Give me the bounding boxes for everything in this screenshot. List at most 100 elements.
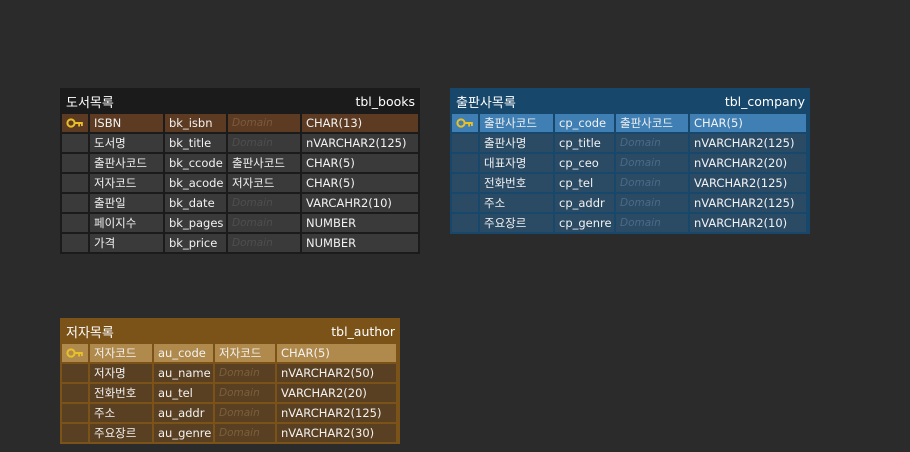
column-row[interactable]: 페이지수 bk_pages Domain NUMBER: [62, 214, 418, 232]
key-cell: [62, 404, 88, 422]
column-data-type: CHAR(5): [690, 114, 806, 132]
column-physical-name: cp_addr: [555, 194, 614, 212]
column-row[interactable]: 출판사명 cp_title Domain nVARCHAR2(125): [452, 134, 808, 152]
key-cell: [62, 234, 88, 252]
column-logical-name: 대표자명: [480, 154, 553, 172]
key-icon: [62, 344, 88, 362]
column-data-type: NUMBER: [302, 234, 418, 252]
column-physical-name: cp_genre: [555, 214, 614, 232]
column-data-type: nVARCHAR2(125): [690, 134, 806, 152]
column-logical-name: 출판사명: [480, 134, 553, 152]
key-cell: [62, 174, 88, 192]
column-row[interactable]: 주요장르 au_genre Domain nVARCHAR2(30): [62, 424, 398, 442]
entity-physical-name: tbl_books: [355, 93, 415, 109]
column-physical-name: bk_ccode: [165, 154, 226, 172]
column-logical-name: 출판일: [90, 194, 163, 212]
column-data-type: NUMBER: [302, 214, 418, 232]
column-row[interactable]: 가격 bk_price Domain NUMBER: [62, 234, 418, 252]
column-domain: Domain: [215, 384, 275, 402]
column-physical-name: au_genre: [154, 424, 213, 442]
column-data-type: nVARCHAR2(125): [690, 194, 806, 212]
primary-key-row[interactable]: ISBN bk_isbn Domain CHAR(13): [62, 114, 418, 132]
entity-logical-name: 출판사목록: [456, 95, 516, 111]
key-cell: [62, 154, 88, 172]
key-icon: [452, 114, 478, 132]
column-row[interactable]: 저자명 au_name Domain nVARCHAR2(50): [62, 364, 398, 382]
column-domain: Domain: [616, 174, 688, 192]
column-domain: Domain: [616, 214, 688, 232]
entity-tbl-company[interactable]: 출판사목록 tbl_company 출판사코드 cp_code 출판사코드 CHAR(…: [450, 88, 810, 234]
column-physical-name: cp_code: [555, 114, 614, 132]
column-row[interactable]: 전화번호 au_tel Domain VARCHAR2(20): [62, 384, 398, 402]
column-logical-name: 주소: [90, 404, 152, 422]
column-logical-name: 주요장르: [480, 214, 553, 232]
column-domain: Domain: [215, 404, 275, 422]
entity-logical-name: 저자목록: [66, 325, 114, 341]
column-domain: Domain: [215, 364, 275, 382]
entity-tbl-books[interactable]: 도서목록 tbl_books ISBN bk_isbn Domain CHAR(13)…: [60, 88, 420, 254]
column-domain: 출판사코드: [616, 114, 688, 132]
column-logical-name: 저자코드: [90, 344, 152, 362]
column-list: 저자코드 au_code 저자코드 CHAR(5) 저자명 au_name Domain nV…: [62, 344, 398, 442]
column-logical-name: 저자코드: [90, 174, 163, 192]
column-data-type: VARCHAR2(125): [690, 174, 806, 192]
column-domain: Domain: [228, 214, 300, 232]
column-row[interactable]: 주요장르 cp_genre Domain nVARCHAR2(10): [452, 214, 808, 232]
key-cell: [62, 214, 88, 232]
key-icon: [62, 114, 88, 132]
key-cell: [62, 384, 88, 402]
column-list: ISBN bk_isbn Domain CHAR(13) 도서명 bk_title Doma…: [62, 114, 418, 252]
column-data-type: CHAR(5): [302, 154, 418, 172]
column-data-type: CHAR(13): [302, 114, 418, 132]
column-row[interactable]: 대표자명 cp_ceo Domain nVARCHAR2(20): [452, 154, 808, 172]
column-logical-name: 출판사코드: [90, 154, 163, 172]
column-row[interactable]: 출판사코드 bk_ccode 출판사코드 CHAR(5): [62, 154, 418, 172]
column-domain: 저자코드: [228, 174, 300, 192]
column-physical-name: bk_price: [165, 234, 226, 252]
column-data-type: VARCAHR2(10): [302, 194, 418, 212]
column-row[interactable]: 도서명 bk_title Domain nVARCHAR2(125): [62, 134, 418, 152]
column-logical-name: 전화번호: [480, 174, 553, 192]
column-physical-name: bk_isbn: [165, 114, 226, 132]
entity-header[interactable]: 도서목록 tbl_books: [62, 88, 418, 114]
primary-key-row[interactable]: 저자코드 au_code 저자코드 CHAR(5): [62, 344, 398, 362]
entity-header[interactable]: 저자목록 tbl_author: [62, 318, 398, 344]
column-row[interactable]: 주소 cp_addr Domain nVARCHAR2(125): [452, 194, 808, 212]
column-logical-name: 도서명: [90, 134, 163, 152]
column-row[interactable]: 전화번호 cp_tel Domain VARCHAR2(125): [452, 174, 808, 192]
key-cell: [62, 194, 88, 212]
key-cell: [62, 424, 88, 442]
column-domain: 출판사코드: [228, 154, 300, 172]
key-cell: [62, 134, 88, 152]
column-row[interactable]: 주소 au_addr Domain nVARCHAR2(125): [62, 404, 398, 422]
column-domain: Domain: [228, 234, 300, 252]
column-physical-name: cp_ceo: [555, 154, 614, 172]
column-physical-name: au_code: [154, 344, 213, 362]
column-physical-name: cp_title: [555, 134, 614, 152]
key-cell: [452, 174, 478, 192]
column-domain: Domain: [228, 194, 300, 212]
column-data-type: nVARCHAR2(20): [690, 154, 806, 172]
column-domain: Domain: [616, 154, 688, 172]
column-physical-name: cp_tel: [555, 174, 614, 192]
key-cell: [452, 134, 478, 152]
column-data-type: nVARCHAR2(125): [302, 134, 418, 152]
key-cell: [62, 364, 88, 382]
entity-tbl-author[interactable]: 저자목록 tbl_author 저자코드 au_code 저자코드 CHAR(5) 저자…: [60, 318, 400, 444]
column-row[interactable]: 출판일 bk_date Domain VARCAHR2(10): [62, 194, 418, 212]
column-physical-name: au_name: [154, 364, 213, 382]
column-domain: Domain: [616, 134, 688, 152]
column-domain: Domain: [215, 424, 275, 442]
key-cell: [452, 194, 478, 212]
primary-key-row[interactable]: 출판사코드 cp_code 출판사코드 CHAR(5): [452, 114, 808, 132]
column-logical-name: 주소: [480, 194, 553, 212]
column-row[interactable]: 저자코드 bk_acode 저자코드 CHAR(5): [62, 174, 418, 192]
column-list: 출판사코드 cp_code 출판사코드 CHAR(5) 출판사명 cp_title Doma…: [452, 114, 808, 232]
column-data-type: CHAR(5): [277, 344, 396, 362]
column-logical-name: 페이지수: [90, 214, 163, 232]
entity-logical-name: 도서목록: [66, 95, 114, 111]
entity-header[interactable]: 출판사목록 tbl_company: [452, 88, 808, 114]
column-physical-name: bk_acode: [165, 174, 226, 192]
column-domain: 저자코드: [215, 344, 275, 362]
entity-physical-name: tbl_author: [331, 323, 395, 339]
